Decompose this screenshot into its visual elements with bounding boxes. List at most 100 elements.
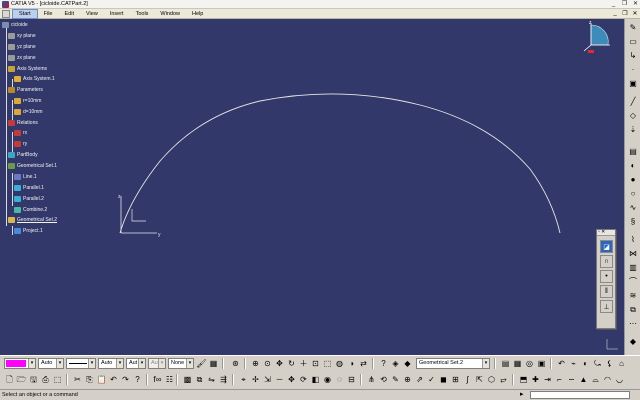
- sweep-tool-icon[interactable]: ⌓: [590, 374, 601, 385]
- line-tool-icon[interactable]: ╱: [628, 97, 638, 107]
- floating-toolbar[interactable]: ▫ ✕ ◪ ∩ • ‖ ⊥: [596, 229, 616, 329]
- menu-insert[interactable]: Insert: [104, 9, 130, 19]
- image-icon[interactable]: ▣: [628, 79, 638, 89]
- painter-icon[interactable]: 🖌: [196, 358, 207, 369]
- menu-tools[interactable]: Tools: [130, 9, 155, 19]
- measure-icon[interactable]: ⊛: [230, 358, 241, 369]
- grid-icon[interactable]: ▦: [512, 358, 523, 369]
- boolean-icon[interactable]: ⊕: [402, 374, 413, 385]
- 3d-viewport[interactable]: z y z cicloide xy plane yz plane zx plan…: [0, 19, 624, 355]
- layer-dropdown[interactable]: None ▾: [168, 358, 194, 369]
- fit-icon[interactable]: ⇲: [262, 374, 273, 385]
- multisection-icon[interactable]: ⋯: [628, 319, 638, 329]
- new-icon[interactable]: 🗋: [4, 374, 15, 385]
- curvature-icon[interactable]: ⤿: [592, 358, 603, 369]
- menu-view[interactable]: View: [80, 9, 104, 19]
- table-icon[interactable]: ▤: [500, 358, 511, 369]
- doc-minimize-button[interactable]: _: [610, 10, 620, 17]
- fill-icon[interactable]: ▥: [628, 263, 638, 273]
- axis-tool-icon[interactable]: ⊥: [600, 300, 613, 313]
- knowledge-icon[interactable]: ☷: [164, 374, 175, 385]
- geo-set-icon[interactable]: ◆: [402, 358, 413, 369]
- linetype-mode-dropdown[interactable]: Auto ▾: [98, 358, 124, 369]
- tree-node-xy-plane[interactable]: xy plane: [8, 32, 36, 40]
- mirror-icon[interactable]: ⋔: [366, 374, 377, 385]
- tree-node-combine-2[interactable]: Combine.2: [14, 206, 47, 214]
- zoom-in-icon[interactable]: ＋: [298, 358, 309, 369]
- translate-icon[interactable]: ⇶: [218, 374, 229, 385]
- color-mode-dropdown[interactable]: Auto ▾: [38, 358, 64, 369]
- sketcher-icon[interactable]: ✎: [628, 23, 638, 33]
- redo-icon[interactable]: ↷: [120, 374, 131, 385]
- tree-node-rel-ry[interactable]: ry: [14, 140, 27, 148]
- cycloid-curve[interactable]: [119, 93, 561, 234]
- doc-close-button[interactable]: ✕: [630, 10, 640, 17]
- point-tool-icon[interactable]: •: [600, 270, 613, 283]
- tree-node-zx-plane[interactable]: zx plane: [8, 54, 36, 62]
- axis-to-axis-icon[interactable]: ⥂: [498, 374, 509, 385]
- tree-node-axis-systems[interactable]: Axis Systems: [8, 65, 47, 73]
- plane-sketch-icon[interactable]: ▭: [628, 37, 638, 47]
- swap-space-icon[interactable]: ⇄: [358, 358, 369, 369]
- save-icon[interactable]: 🖫: [28, 374, 39, 385]
- corner-icon[interactable]: ⌐: [554, 374, 565, 385]
- point-icon[interactable]: ·: [628, 65, 638, 75]
- affinity-icon[interactable]: ⬡: [486, 374, 497, 385]
- shape-fillet-icon[interactable]: ◠: [602, 374, 613, 385]
- scale-icon[interactable]: ⇱: [474, 374, 485, 385]
- properties-icon[interactable]: ▦: [208, 358, 219, 369]
- document-icon[interactable]: [2, 9, 10, 18]
- boundary-icon[interactable]: ⬒: [518, 374, 529, 385]
- analysis-curve-icon[interactable]: ↶: [556, 358, 567, 369]
- linetype-dropdown[interactable]: ▾: [66, 358, 96, 369]
- normal-to-icon[interactable]: ⌖: [238, 374, 249, 385]
- edge-fillet-icon[interactable]: ◡: [614, 374, 625, 385]
- duplicate-icon[interactable]: ⧉: [194, 374, 205, 385]
- wire-icon[interactable]: ◌: [334, 374, 345, 385]
- fit-all-icon[interactable]: ⊙: [262, 358, 273, 369]
- extrude-icon[interactable]: ▤: [628, 147, 638, 157]
- sketch-icon[interactable]: ✎: [390, 374, 401, 385]
- floating-toolbar-close[interactable]: ▫ ✕: [597, 230, 615, 236]
- exit-sketch-icon[interactable]: ↳: [628, 51, 638, 61]
- law-icon[interactable]: ∫: [462, 374, 473, 385]
- command-input[interactable]: [530, 391, 630, 399]
- front-view-icon[interactable]: ◧: [310, 374, 321, 385]
- check-icon[interactable]: ✓: [426, 374, 437, 385]
- formula-icon[interactable]: f∞: [152, 374, 163, 385]
- plane-tool-icon[interactable]: ◇: [628, 111, 638, 121]
- tree-node-rel-rx[interactable]: rx: [14, 129, 27, 137]
- cube-icon[interactable]: ▣: [536, 358, 547, 369]
- pattern-icon[interactable]: ▩: [182, 374, 193, 385]
- cone-icon[interactable]: ▲: [578, 374, 589, 385]
- sphere-icon[interactable]: ●: [628, 175, 638, 185]
- circle-icon[interactable]: ○: [628, 189, 638, 199]
- pan-icon[interactable]: ✥: [274, 358, 285, 369]
- porcupine-icon[interactable]: ⚸: [604, 358, 615, 369]
- undo-icon[interactable]: ↶: [108, 374, 119, 385]
- whats-this-icon[interactable]: ?: [132, 374, 143, 385]
- blend-icon[interactable]: ≋: [628, 291, 638, 301]
- copy-icon[interactable]: ⎘: [84, 374, 95, 385]
- menu-edit[interactable]: Edit: [59, 9, 80, 19]
- minimize-button[interactable]: _: [609, 1, 618, 8]
- sectioning-icon[interactable]: ⌂: [616, 358, 627, 369]
- spline-icon[interactable]: ∿: [628, 203, 638, 213]
- curve-icon[interactable]: ∩: [600, 255, 613, 268]
- tree-node-partbody[interactable]: PartBody: [8, 151, 38, 159]
- tree-node-line-1[interactable]: Line.1: [14, 173, 37, 181]
- connect-checker-icon[interactable]: ⌁: [568, 358, 579, 369]
- print-icon[interactable]: ⎙: [40, 374, 51, 385]
- menu-start[interactable]: Start: [12, 8, 38, 19]
- helix-icon[interactable]: §: [628, 217, 638, 227]
- normal-view-icon[interactable]: ⊡: [310, 358, 321, 369]
- extrapolate-icon[interactable]: ⇥: [542, 374, 553, 385]
- tree-node-yz-plane[interactable]: yz plane: [8, 43, 36, 51]
- join-icon[interactable]: ⌇: [628, 235, 638, 245]
- axis-view-icon[interactable]: ✢: [250, 374, 261, 385]
- pan-view-icon[interactable]: ✥: [286, 374, 297, 385]
- heal-icon[interactable]: ✚: [530, 374, 541, 385]
- draft-analysis-icon[interactable]: ◐: [580, 358, 591, 369]
- viewport-canvas[interactable]: z y z: [0, 19, 624, 355]
- revolve-icon[interactable]: ◐: [628, 161, 638, 171]
